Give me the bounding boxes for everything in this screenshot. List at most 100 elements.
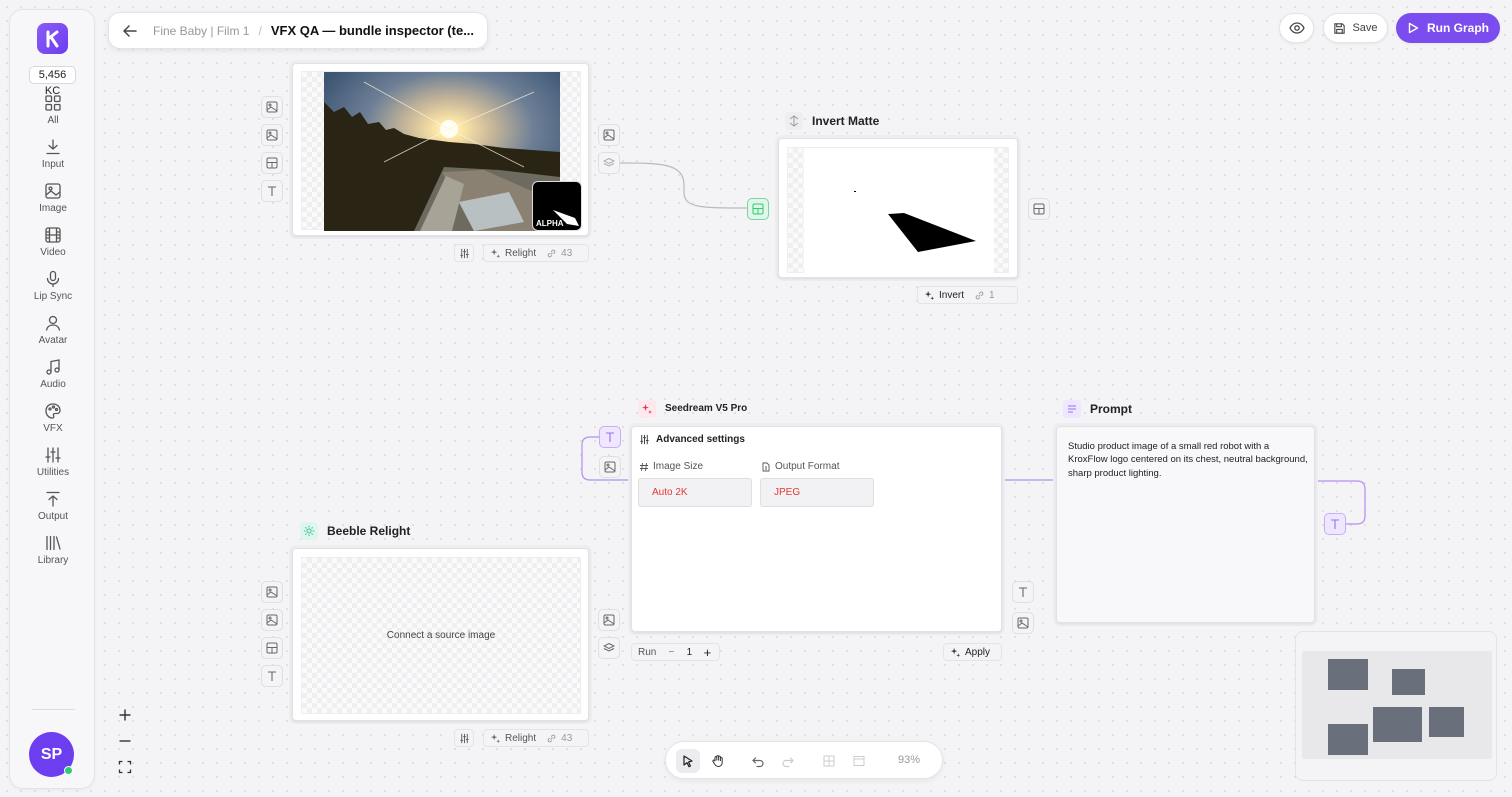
input-port-text[interactable]	[261, 665, 283, 687]
relight-chip[interactable]: Relight 43	[483, 244, 589, 262]
invert-count: 1	[989, 289, 995, 301]
text-icon	[1331, 519, 1339, 529]
input-port-image[interactable]	[261, 96, 283, 118]
run-graph-button[interactable]: Run Graph	[1396, 13, 1500, 43]
sidebar-item-label: VFX	[43, 423, 63, 434]
advanced-settings-toggle[interactable]: Advanced settings	[639, 434, 745, 445]
sidebar-item-output[interactable]: Output	[10, 490, 96, 530]
sidebar-item-video[interactable]: Video	[10, 226, 96, 266]
minimap-node	[1373, 707, 1422, 742]
sidebar-item-library[interactable]: Library	[10, 534, 96, 574]
output-port-layers[interactable]	[598, 637, 620, 659]
redo-button[interactable]	[776, 749, 800, 773]
alpha-label: ALPHA	[536, 219, 564, 228]
input-port-image[interactable]	[261, 124, 283, 146]
apply-button[interactable]: Apply	[943, 643, 1002, 661]
image-icon	[1017, 617, 1029, 629]
frame-icon	[853, 756, 865, 766]
matte-preview-frame	[787, 147, 1009, 274]
sidebar-item-lip-sync[interactable]: Lip Sync	[10, 270, 96, 310]
columns-icon	[823, 755, 835, 767]
output-format-label-text: Output Format	[775, 461, 840, 472]
sidebar-item-label: Library	[37, 555, 69, 566]
image-icon	[266, 586, 278, 598]
prompt-text-output-port[interactable]	[1324, 513, 1346, 535]
prompt-node-badge	[1063, 400, 1081, 418]
input-port-text[interactable]	[261, 180, 283, 202]
link-icon	[547, 249, 556, 257]
seedream-text-output-port[interactable]	[1012, 581, 1034, 603]
sidebar-item-audio[interactable]: Audio	[10, 358, 96, 398]
output-format-select[interactable]: JPEG	[760, 478, 874, 507]
alpha-matte-thumbnail[interactable]: ALPHA	[532, 181, 582, 231]
dropzone-placeholder: Connect a source image	[386, 630, 496, 641]
sparkle-icon	[950, 647, 961, 657]
invert-output-port[interactable]	[1028, 198, 1050, 220]
minimap-node	[1328, 724, 1368, 755]
undo-icon	[752, 757, 764, 768]
minimap-node	[1328, 659, 1368, 690]
split-view-button[interactable]	[817, 749, 841, 773]
beeble-relight-chip[interactable]: Relight 43	[483, 729, 589, 747]
minimap[interactable]	[1295, 631, 1497, 781]
seedream-image-input-port[interactable]	[599, 456, 621, 478]
beeble-relight-node[interactable]: Connect a source image	[292, 548, 589, 721]
output-port-image[interactable]	[598, 124, 620, 146]
sliders-icon	[640, 434, 649, 445]
arrow-left-icon[interactable]	[121, 22, 139, 40]
increment-button[interactable]: +	[698, 645, 716, 660]
preview-button[interactable]	[1279, 13, 1314, 43]
sidebar-item-vfx[interactable]: VFX	[10, 402, 96, 442]
decrement-button[interactable]: −	[662, 647, 680, 658]
settings-button[interactable]	[454, 729, 474, 747]
seedream-image-output-port[interactable]	[1012, 612, 1034, 634]
source-image-dropzone[interactable]: Connect a source image	[301, 557, 581, 714]
output-port-layers[interactable]	[598, 152, 620, 174]
edge-relight-to-invert	[619, 162, 749, 209]
sidebar-item-image[interactable]: Image	[10, 182, 96, 222]
music-icon	[46, 359, 60, 375]
seedream-node[interactable]: Advanced settings Image Size Output Form…	[631, 426, 1002, 632]
relight-image-node[interactable]: ALPHA	[292, 63, 589, 236]
relight-label: Relight	[505, 247, 537, 259]
run-graph-label: Run Graph	[1427, 21, 1489, 35]
seedream-text-input-port[interactable]	[599, 426, 621, 448]
sidebar-item-avatar[interactable]: Avatar	[10, 314, 96, 354]
zoom-level[interactable]: 93%	[898, 754, 920, 766]
input-port-matte[interactable]	[261, 637, 283, 659]
invert-matte-node[interactable]	[778, 138, 1018, 278]
fit-view-button[interactable]	[116, 758, 134, 776]
zoom-in-button[interactable]	[116, 706, 134, 724]
select-tool-button[interactable]	[676, 749, 700, 773]
layers-icon	[603, 157, 615, 167]
app-logo[interactable]	[37, 23, 68, 54]
undo-button[interactable]	[746, 749, 770, 773]
invert-chip[interactable]: Invert 1	[917, 286, 1018, 304]
input-port-image[interactable]	[261, 581, 283, 603]
input-port-matte[interactable]	[261, 152, 283, 174]
pan-tool-button[interactable]	[706, 749, 730, 773]
prompt-text[interactable]: Studio product image of a small red robo…	[1068, 440, 1308, 480]
frame-view-button[interactable]	[847, 749, 871, 773]
save-button[interactable]: Save	[1323, 13, 1388, 43]
output-port-image[interactable]	[598, 609, 620, 631]
invert-input-port[interactable]	[747, 198, 769, 220]
sidebar-item-input[interactable]: Input	[10, 138, 96, 178]
beeble-relight-title: Beeble Relight	[327, 524, 411, 538]
download-icon	[46, 139, 60, 155]
palette-icon	[45, 403, 61, 419]
sidebar-item-all[interactable]: All	[10, 94, 96, 134]
sidebar-item-label: Avatar	[38, 335, 68, 346]
sidebar-item-utilities[interactable]: Utilities	[10, 446, 96, 486]
image-size-select[interactable]: Auto 2K	[638, 478, 752, 507]
canvas-toolbar: 93%	[665, 741, 943, 779]
run-stepper: Run − 1 +	[631, 643, 720, 661]
link-icon	[975, 291, 984, 299]
prompt-node[interactable]: Studio product image of a small red robo…	[1056, 426, 1315, 623]
zoom-out-button[interactable]	[116, 732, 134, 750]
settings-button[interactable]	[454, 244, 474, 262]
page-title[interactable]: VFX QA — bundle inspector (te...	[271, 23, 474, 38]
breadcrumb-project[interactable]: Fine Baby | Film 1	[153, 24, 249, 38]
input-port-image[interactable]	[261, 609, 283, 631]
invert-matte-title: Invert Matte	[812, 114, 880, 128]
